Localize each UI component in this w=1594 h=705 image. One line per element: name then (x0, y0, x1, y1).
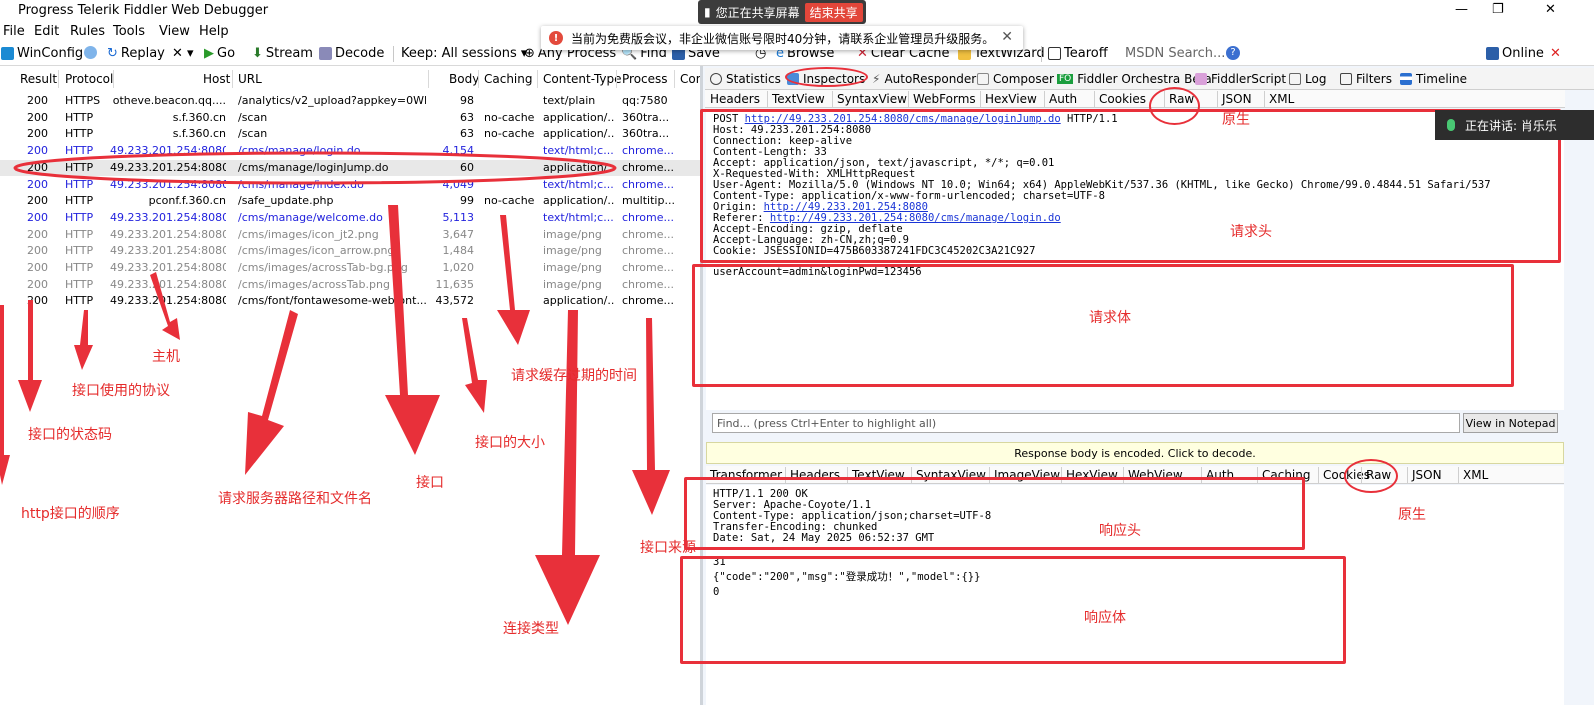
tab-log[interactable]: Log (1289, 72, 1326, 86)
annotation-status: 接口的状态码 (28, 427, 112, 443)
request-tab-textview[interactable]: TextView (772, 92, 825, 106)
close-icon[interactable]: ✕ (1001, 29, 1013, 45)
msdn-search-input[interactable]: MSDN Search... (1125, 46, 1225, 61)
help-icon[interactable]: ? (1226, 46, 1240, 60)
tab-composer[interactable]: Composer (977, 72, 1054, 86)
arrow-size (462, 318, 487, 413)
annotation-request-body: 请求体 (1089, 310, 1131, 326)
annotation-protocol: 接口使用的协议 (72, 383, 170, 399)
arrow-status (18, 300, 42, 412)
tab-timeline[interactable]: Timeline (1400, 72, 1467, 86)
arrow-source (632, 318, 670, 515)
annotation-host: 主机 (152, 349, 180, 365)
request-subtabs: Headers TextView SyntaxView WebForms HexView… (705, 90, 1565, 108)
arrow-api (385, 205, 440, 455)
tab-autoresponder[interactable]: ⚡ AutoResponder (872, 72, 976, 86)
request-tab-headers[interactable]: Headers (710, 92, 760, 106)
screen-share-bar: ▮ 您正在共享屏幕 结束共享 (698, 0, 866, 24)
tab-divider (1318, 467, 1319, 483)
tab-divider (980, 91, 981, 107)
close-toolbar-icon[interactable]: ✕ (1550, 46, 1561, 61)
annotation-path: 请求服务器路径和文件名 (218, 491, 372, 507)
annotation-raw-request: 原生 (1222, 112, 1250, 128)
tearoff-icon (1048, 47, 1061, 60)
orchestra-icon: FO (1057, 74, 1074, 84)
script-icon (1195, 73, 1207, 85)
annotation-api: 接口 (416, 475, 444, 491)
inspectors-tab-oval (785, 67, 868, 87)
tab-divider (1407, 467, 1408, 483)
signal-icon: ▮ (704, 5, 711, 19)
tearoff-button[interactable]: Tearoff (1048, 46, 1108, 61)
arrow-path (245, 310, 298, 475)
tab-filters[interactable]: Filters (1340, 72, 1392, 86)
tab-divider (1217, 91, 1218, 107)
view-in-notepad-button[interactable]: View in Notepad (1463, 413, 1558, 433)
arrow-order (0, 305, 10, 485)
annotation-response-header: 响应头 (1099, 523, 1141, 539)
network-icon (1486, 47, 1499, 60)
response-header-box (684, 477, 1305, 550)
response-tab-xml[interactable]: XML (1463, 468, 1488, 482)
tab-divider (908, 91, 909, 107)
end-share-button[interactable]: 结束共享 (804, 2, 863, 22)
annotation-raw-response: 原生 (1398, 507, 1426, 523)
tab-fiddler-orchestra[interactable]: FO Fiddler Orchestra Beta (1057, 72, 1212, 86)
request-tab-syntaxview[interactable]: SyntaxView (837, 92, 907, 106)
annotation-size: 接口的大小 (475, 435, 545, 451)
request-tab-auth[interactable]: Auth (1049, 92, 1077, 106)
checkbox-icon (1340, 73, 1352, 85)
log-icon (1289, 73, 1301, 85)
tab-divider (832, 91, 833, 107)
arrow-protocol (74, 310, 93, 370)
find-input[interactable]: Find... (press Ctrl+Enter to highlight a… (712, 413, 1460, 433)
tab-divider (1264, 91, 1265, 107)
request-raw-oval (1149, 87, 1200, 125)
annotation-order: http接口的顺序 (21, 506, 120, 522)
stopwatch-icon (710, 73, 722, 85)
arrow-content-type (535, 310, 600, 625)
arrow-host (150, 272, 180, 340)
maximize-button[interactable]: ❐ (1492, 2, 1504, 17)
request-header-box (700, 109, 1561, 263)
speaking-indicator: 正在讲话: 肖乐乐 (1435, 110, 1594, 140)
tab-fiddlerscript[interactable]: FiddlerScript (1195, 72, 1286, 86)
request-tab-hexview[interactable]: HexView (985, 92, 1037, 106)
tab-divider (1094, 91, 1095, 107)
composer-icon (977, 73, 989, 85)
microphone-icon (1447, 119, 1455, 131)
tab-divider (1044, 91, 1045, 107)
response-body-box (680, 556, 1346, 664)
annotation-response-body: 响应体 (1084, 610, 1126, 626)
timeline-icon (1400, 73, 1412, 85)
request-tab-xml[interactable]: XML (1269, 92, 1294, 106)
response-encoded-warning[interactable]: Response body is encoded. Click to decod… (706, 442, 1564, 464)
tab-divider (767, 91, 768, 107)
arrow-cache (497, 215, 530, 345)
close-window-button[interactable]: ✕ (1545, 2, 1556, 17)
tab-statistics[interactable]: Statistics (710, 72, 781, 86)
minimize-button[interactable]: — (1455, 2, 1468, 17)
response-tab-json[interactable]: JSON (1412, 468, 1442, 482)
annotation-content-type: 连接类型 (503, 621, 559, 637)
annotation-request-header: 请求头 (1230, 224, 1272, 240)
annotation-arrows (0, 151, 670, 625)
tab-divider (1458, 467, 1459, 483)
annotation-cache: 请求缓存过期的时间 (511, 368, 637, 384)
toolbar-divider (1041, 46, 1042, 62)
lightning-icon: ⚡ (872, 72, 881, 86)
response-raw-oval (1344, 459, 1398, 493)
online-status[interactable]: Online (1486, 46, 1544, 61)
selected-session-oval (13, 151, 617, 185)
request-tab-webforms[interactable]: WebForms (913, 92, 976, 106)
request-tab-cookies[interactable]: Cookies (1099, 92, 1146, 106)
request-tab-json[interactable]: JSON (1222, 92, 1252, 106)
